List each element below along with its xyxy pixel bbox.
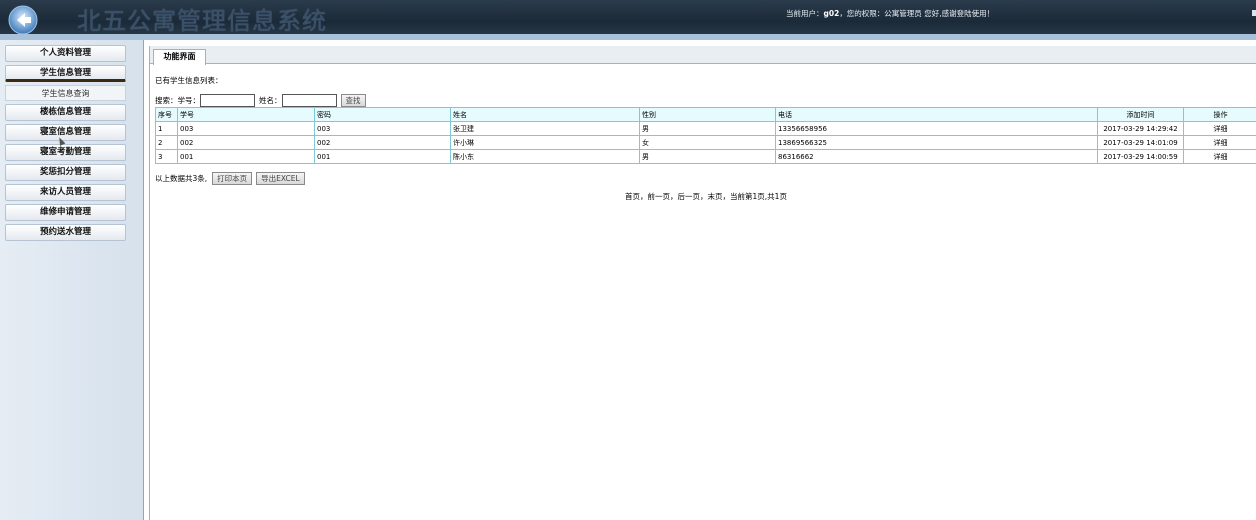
detail-link[interactable]: 详细 [1183, 149, 1256, 164]
cell-password: 001 [314, 149, 451, 164]
detail-link[interactable]: 详细 [1183, 135, 1256, 150]
table-row: 2 002 002 许小琳 女 13869566325 2017-03-29 1… [155, 135, 1256, 150]
cell-name: 许小琳 [450, 135, 640, 150]
table-footer: 以上数据共3条, 打印本页 导出EXCEL [155, 172, 1256, 185]
col-header-password: 密码 [314, 107, 451, 122]
cell-index: 1 [155, 121, 178, 136]
corner-mark [1252, 10, 1256, 16]
col-header-index: 序号 [155, 107, 178, 122]
col-header-name: 姓名 [450, 107, 640, 122]
sidebar-item-visitors[interactable]: 来访人员管理 [5, 184, 126, 201]
search-label: 搜索： [155, 95, 178, 105]
header-bar: 北五公寓管理信息系统 当前用户：g02，您的权限：公寓管理员 您好,感谢登陆使用… [0, 0, 1256, 40]
pagination[interactable]: 首页，前一页，后一页，末页，当前第1页,共1页 [155, 191, 1256, 202]
cell-index: 3 [155, 149, 178, 164]
header-strip [0, 34, 1256, 40]
col-header-sex: 性别 [639, 107, 776, 122]
cell-phone: 13869566325 [775, 135, 1098, 150]
sidebar-menu: 个人资料管理 学生信息管理 学生信息查询 楼栋信息管理 寝室信息管理 寝室考勤管… [5, 45, 126, 244]
main-panel: 功能界面 已有学生信息列表： 搜索： 学号： 姓名： 查找 序号 学号 密码 姓… [149, 46, 1256, 520]
username: g02 [823, 9, 840, 18]
app-logo-icon [8, 5, 38, 35]
sidebar-item-repair-requests[interactable]: 维修申请管理 [5, 204, 126, 221]
cell-password: 002 [314, 135, 451, 150]
cell-added-time: 2017-03-29 14:00:59 [1097, 149, 1184, 164]
sidebar-item-dorm-info[interactable]: 寝室信息管理 [5, 124, 126, 141]
app-title: 北五公寓管理信息系统 [77, 7, 327, 35]
student-table: 序号 学号 密码 姓名 性别 电话 添加时间 操作 1 003 003 张卫建 … [155, 107, 1256, 164]
cell-name: 张卫建 [450, 121, 640, 136]
table-row: 1 003 003 张卫建 男 13356658956 2017-03-29 1… [155, 121, 1256, 136]
user-suffix: ，您的权限：公寓管理员 您好,感谢登陆使用！ [839, 9, 995, 18]
user-info: 当前用户：g02，您的权限：公寓管理员 您好,感谢登陆使用！ [786, 8, 994, 19]
cell-phone: 13356658956 [775, 121, 1098, 136]
sidebar-item-profile[interactable]: 个人资料管理 [5, 45, 126, 62]
print-page-button[interactable]: 打印本页 [212, 172, 253, 185]
sidebar-subitem-student-query[interactable]: 学生信息查询 [5, 85, 126, 101]
sidebar-item-dorm-attendance[interactable]: 寝室考勤管理 [5, 144, 126, 161]
user-prefix: 当前用户： [786, 9, 824, 18]
cell-added-time: 2017-03-29 14:01:09 [1097, 135, 1184, 150]
table-row: 3 001 001 陈小东 男 86316662 2017-03-29 14:0… [155, 149, 1256, 164]
cell-added-time: 2017-03-29 14:29:42 [1097, 121, 1184, 136]
search-button[interactable]: 查找 [340, 93, 366, 107]
col-header-student-no: 学号 [177, 107, 315, 122]
sidebar-item-water-delivery[interactable]: 预约送水管理 [5, 224, 126, 241]
tab-bar: 功能界面 [150, 46, 1256, 65]
table-header-row: 序号 学号 密码 姓名 性别 电话 添加时间 操作 [155, 107, 1256, 122]
col-header-phone: 电话 [775, 107, 1098, 122]
cell-sex: 男 [639, 149, 776, 164]
list-title: 已有学生信息列表： [155, 76, 223, 85]
col-header-action: 操作 [1183, 107, 1256, 122]
cell-name: 陈小东 [450, 149, 640, 164]
export-excel-button[interactable]: 导出EXCEL [256, 172, 305, 185]
content-area: 已有学生信息列表： 搜索： 学号： 姓名： 查找 序号 学号 密码 姓名 性别 [155, 74, 1256, 202]
cell-student-no: 001 [177, 149, 315, 164]
tab-function-interface[interactable]: 功能界面 [153, 49, 206, 65]
sidebar-item-building-info[interactable]: 楼栋信息管理 [5, 104, 126, 121]
col-header-added-time: 添加时间 [1097, 107, 1184, 122]
cell-sex: 男 [639, 121, 776, 136]
cell-student-no: 002 [177, 135, 315, 150]
sidebar: 个人资料管理 学生信息管理 学生信息查询 楼栋信息管理 寝室信息管理 寝室考勤管… [0, 40, 144, 520]
student-no-label: 学号： [177, 95, 201, 105]
cell-index: 2 [155, 135, 178, 150]
cell-password: 003 [314, 121, 451, 136]
detail-link[interactable]: 详细 [1183, 121, 1256, 136]
sidebar-item-student-info[interactable]: 学生信息管理 [5, 65, 126, 82]
student-no-input[interactable] [200, 93, 255, 107]
name-input[interactable] [281, 93, 337, 107]
record-count: 以上数据共3条, [155, 174, 208, 183]
name-label: 姓名： [259, 95, 282, 105]
search-bar: 搜索： 学号： 姓名： 查找 [155, 93, 1256, 107]
cell-sex: 女 [639, 135, 776, 150]
cell-phone: 86316662 [775, 149, 1098, 164]
cell-student-no: 003 [177, 121, 315, 136]
sidebar-item-reward-penalty[interactable]: 奖惩扣分管理 [5, 164, 126, 181]
